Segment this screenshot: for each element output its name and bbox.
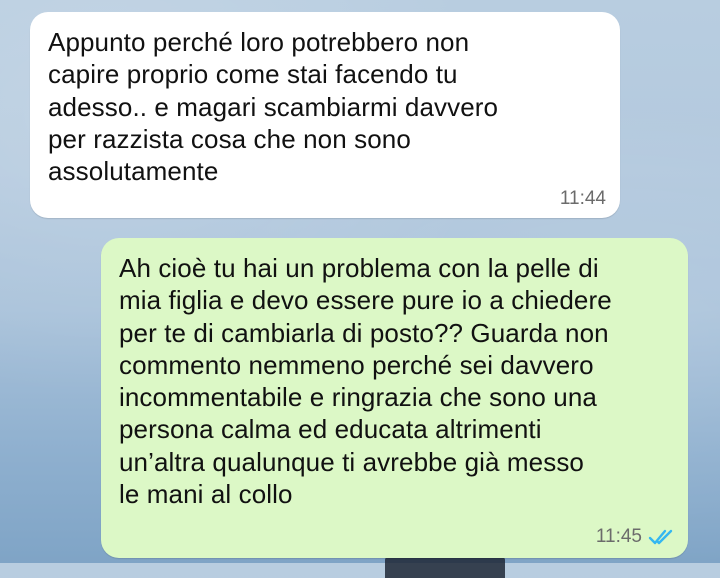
message-timestamp: 11:44 (559, 188, 606, 209)
incoming-message-bubble[interactable]: Appunto perché loro potrebbero non capir… (30, 12, 620, 218)
message-timestamp: 11:45 (595, 526, 642, 547)
outgoing-message-bubble[interactable]: Ah cioè tu hai un problema con la pelle … (101, 238, 688, 558)
message-text: Ah cioè tu hai un problema con la pelle … (119, 253, 612, 510)
message-meta: 11:44 (560, 188, 606, 210)
double-check-read-icon (648, 528, 674, 546)
message-text: Appunto perché loro potrebbero non capir… (48, 27, 499, 187)
message-meta: 11:45 (596, 526, 674, 548)
